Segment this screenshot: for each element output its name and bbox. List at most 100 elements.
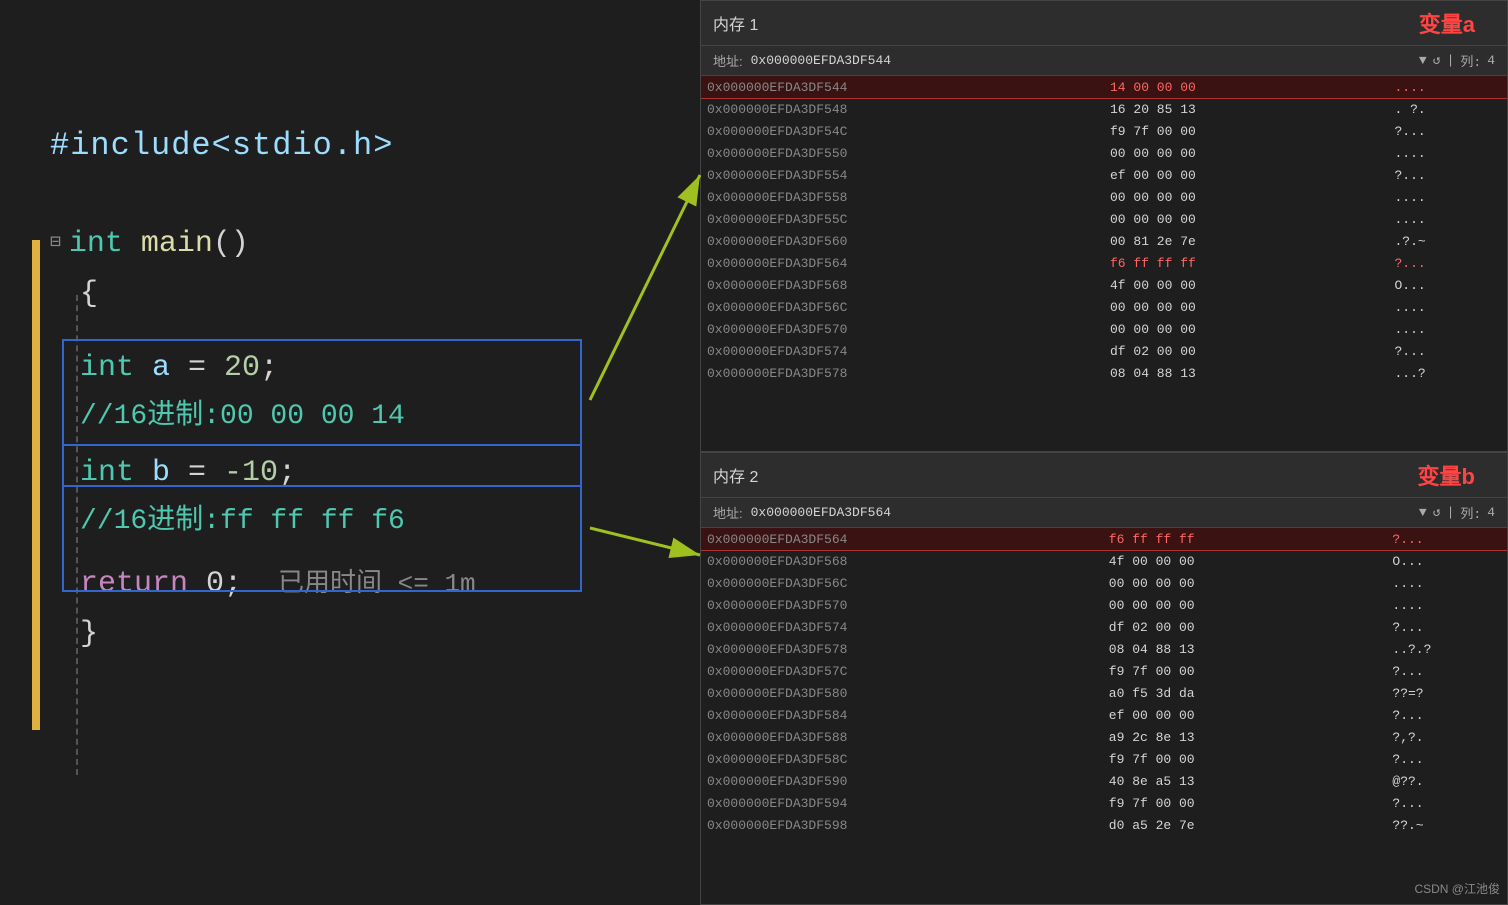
memory2-row: 0x000000EFDA3DF574df 02 00 00?... — [701, 616, 1507, 638]
memory2-cell-chars: ?... — [1386, 528, 1507, 550]
memory1-row: 0x000000EFDA3DF574df 02 00 00?... — [701, 340, 1507, 362]
memory2-row: 0x000000EFDA3DF564f6 ff ff ff?... — [701, 528, 1507, 550]
memory1-cell-bytes: 00 00 00 00 — [1104, 208, 1388, 230]
memory2-header: 内存 2 变量b — [701, 453, 1507, 498]
memory2-dropdown-icon[interactable]: ▼ — [1419, 505, 1427, 520]
memory1-title: 内存 1 — [713, 11, 758, 35]
memory1-cell-addr: 0x000000EFDA3DF554 — [701, 164, 1104, 186]
memory1-cell-addr: 0x000000EFDA3DF558 — [701, 186, 1104, 208]
memory2-cell-bytes: a0 f5 3d da — [1103, 682, 1387, 704]
memory2-cell-addr: 0x000000EFDA3DF56C — [701, 572, 1103, 594]
memory2-row: 0x000000EFDA3DF59040 8e a5 13@??. — [701, 770, 1507, 792]
memory2-cell-addr: 0x000000EFDA3DF57C — [701, 660, 1103, 682]
memory2-cell-addr: 0x000000EFDA3DF590 — [701, 770, 1103, 792]
memory2-table: 0x000000EFDA3DF564f6 ff ff ff?...0x00000… — [701, 528, 1507, 836]
memory2-table-container: 0x000000EFDA3DF564f6 ff ff ff?...0x00000… — [701, 528, 1507, 836]
memory1-row: 0x000000EFDA3DF57000 00 00 00.... — [701, 318, 1507, 340]
memory1-cell-addr: 0x000000EFDA3DF56C — [701, 296, 1104, 318]
memory2-cell-chars: @??. — [1386, 770, 1507, 792]
memory1-cell-addr: 0x000000EFDA3DF570 — [701, 318, 1104, 340]
memory2-row: 0x000000EFDA3DF584ef 00 00 00?... — [701, 704, 1507, 726]
memory1-cell-chars: .... — [1388, 142, 1507, 164]
memory2-row: 0x000000EFDA3DF57Cf9 7f 00 00?... — [701, 660, 1507, 682]
return-keyword: return — [80, 563, 188, 605]
memory1-row: 0x000000EFDA3DF55C00 00 00 00.... — [701, 208, 1507, 230]
memory1-cell-chars: .... — [1388, 76, 1507, 98]
memory2-addr-label: 地址: — [713, 503, 743, 522]
memory1-cell-bytes: 14 00 00 00 — [1104, 76, 1388, 98]
var-b-name: b — [134, 452, 170, 494]
memory1-cell-addr: 0x000000EFDA3DF574 — [701, 340, 1104, 362]
memory1-controls: ▼ ↺ | 列: 4 — [1419, 51, 1495, 70]
memory2-cell-bytes: f9 7f 00 00 — [1103, 660, 1387, 682]
memory1-row: 0x000000EFDA3DF55800 00 00 00.... — [701, 186, 1507, 208]
include-text: #include<stdio.h> — [50, 124, 393, 169]
memory1-cell-addr: 0x000000EFDA3DF564 — [701, 252, 1104, 274]
memory1-separator: | — [1447, 53, 1455, 68]
memory1-cell-chars: . ?. — [1388, 98, 1507, 120]
collapse-icon: ⊟ — [50, 231, 61, 256]
var-b-section: int b = -10 ; //16进制:ff ff ff f6 — [0, 444, 700, 549]
comment-b-line: //16进制:ff ff ff f6 — [0, 498, 700, 549]
memory1-cell-bytes: df 02 00 00 — [1104, 340, 1388, 362]
memory1-addr-value: 0x000000EFDA3DF544 — [751, 53, 891, 68]
memory2-refresh-icon[interactable]: ↺ — [1433, 505, 1441, 520]
memory1-cell-addr: 0x000000EFDA3DF544 — [701, 76, 1104, 98]
memory1-dropdown-icon[interactable]: ▼ — [1419, 53, 1427, 68]
memory2-cell-bytes: df 02 00 00 — [1103, 616, 1387, 638]
comment-b: //16进制:ff ff ff f6 — [80, 502, 405, 541]
memory1-cell-bytes: ef 00 00 00 — [1104, 164, 1388, 186]
memory1-table: 0x000000EFDA3DF54414 00 00 00....0x00000… — [701, 76, 1507, 384]
main-func-line: ⊟ int main () — [0, 219, 700, 269]
memory1-cell-chars: ?... — [1388, 340, 1507, 362]
memory1-cell-chars: .... — [1388, 318, 1507, 340]
memory1-row: 0x000000EFDA3DF5684f 00 00 00O... — [701, 274, 1507, 296]
memory1-cell-addr: 0x000000EFDA3DF560 — [701, 230, 1104, 252]
var-a-section: int a = 20 ; //16进制:00 00 00 14 — [0, 339, 700, 444]
memory1-cell-chars: ...? — [1388, 362, 1507, 384]
memory1-cell-chars: ?... — [1388, 164, 1507, 186]
memory1-row: 0x000000EFDA3DF554ef 00 00 00?... — [701, 164, 1507, 186]
memory2-cell-addr: 0x000000EFDA3DF598 — [701, 814, 1103, 836]
memory1-cell-addr: 0x000000EFDA3DF54C — [701, 120, 1104, 142]
int-b-line: int b = -10 ; — [0, 444, 700, 498]
memory2-cell-chars: ?... — [1386, 748, 1507, 770]
memory1-cell-bytes: 08 04 88 13 — [1104, 362, 1388, 384]
memory1-cell-bytes: f9 7f 00 00 — [1104, 120, 1388, 142]
memory1-cell-bytes: f6 ff ff ff — [1104, 252, 1388, 274]
memory1-cell-chars: .... — [1388, 296, 1507, 318]
memory2-cell-addr: 0x000000EFDA3DF574 — [701, 616, 1103, 638]
memory2-cell-bytes: 00 00 00 00 — [1103, 572, 1387, 594]
memory1-cell-bytes: 00 00 00 00 — [1104, 318, 1388, 340]
return-comment: 已用时间 <= 1m — [278, 566, 476, 602]
memory2-title: 内存 2 — [713, 463, 758, 487]
memory2-cell-chars: ?... — [1386, 616, 1507, 638]
memory2-cell-addr: 0x000000EFDA3DF584 — [701, 704, 1103, 726]
return-value: 0; — [188, 563, 278, 605]
memory1-cell-bytes: 00 81 2e 7e — [1104, 230, 1388, 252]
memory2-label: 变量b — [1418, 459, 1475, 491]
memory2-cell-addr: 0x000000EFDA3DF568 — [701, 550, 1103, 572]
memory2-row: 0x000000EFDA3DF594f9 7f 00 00?... — [701, 792, 1507, 814]
memory2-cell-bytes: 40 8e a5 13 — [1103, 770, 1387, 792]
memory2-row: 0x000000EFDA3DF580a0 f5 3d da??=? — [701, 682, 1507, 704]
memory1-row: 0x000000EFDA3DF54816 20 85 13. ?. — [701, 98, 1507, 120]
var-a-semi: ; — [260, 347, 278, 389]
memory2-row: 0x000000EFDA3DF57808 04 88 13..?.? — [701, 638, 1507, 660]
memory1-refresh-icon[interactable]: ↺ — [1433, 53, 1441, 68]
var-a-assign: = — [170, 347, 224, 389]
var-b-assign: = — [170, 452, 224, 494]
var-a-value: 20 — [224, 347, 260, 389]
memory1-cell-bytes: 00 00 00 00 — [1104, 186, 1388, 208]
memory2-cell-chars: ??=? — [1386, 682, 1507, 704]
memory1-cell-addr: 0x000000EFDA3DF578 — [701, 362, 1104, 384]
memory2-addr-value: 0x000000EFDA3DF564 — [751, 505, 891, 520]
int-a-keyword: int — [80, 347, 134, 389]
memory1-row: 0x000000EFDA3DF54Cf9 7f 00 00?... — [701, 120, 1507, 142]
memory2-cell-addr: 0x000000EFDA3DF580 — [701, 682, 1103, 704]
memory2-row: 0x000000EFDA3DF588a9 2c 8e 13?,?. — [701, 726, 1507, 748]
memory2-cell-chars: ?,?. — [1386, 726, 1507, 748]
main-parens: () — [213, 223, 249, 265]
memory2-address-bar: 地址: 0x000000EFDA3DF564 ▼ ↺ | 列: 4 — [701, 498, 1507, 528]
memory2-cell-chars: .... — [1386, 594, 1507, 616]
